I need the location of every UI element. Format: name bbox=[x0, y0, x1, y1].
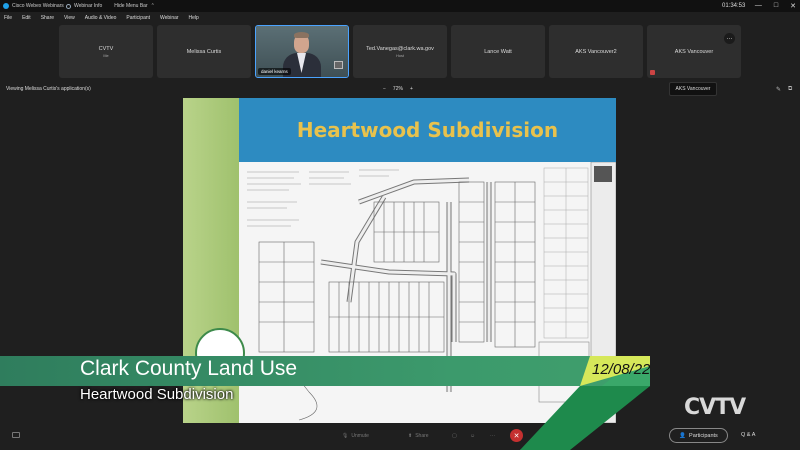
zoom-control: − 72% + bbox=[383, 86, 413, 92]
participant-tile[interactable]: AKS Vancouver2 bbox=[549, 25, 643, 78]
participant-strip: CVTV Me Melissa Curtis daniel kearns Ted… bbox=[59, 25, 741, 78]
qa-button[interactable]: Q & A bbox=[741, 432, 755, 438]
chevron-up-icon: ⌃ bbox=[150, 3, 155, 9]
participant-tile[interactable]: Melissa Curtis bbox=[157, 25, 251, 78]
annotate-icon[interactable]: ✎ bbox=[776, 86, 781, 93]
participant-name: Melissa Curtis bbox=[186, 48, 222, 55]
share-icon: ⬆ bbox=[408, 432, 413, 439]
lower-third-subtitle: Heartwood Subdivision bbox=[80, 386, 234, 403]
microphone-icon: 🎙 bbox=[342, 432, 349, 439]
menu-share[interactable]: Share bbox=[41, 15, 54, 21]
participant-name: daniel kearns bbox=[258, 68, 291, 75]
share-button[interactable]: ⬆ Share bbox=[408, 429, 429, 442]
menu-participant[interactable]: Participant bbox=[126, 15, 150, 21]
person-hair bbox=[294, 32, 309, 38]
menu-bar: File Edit Share View Audio & Video Parti… bbox=[0, 13, 209, 23]
participant-role: Host bbox=[396, 53, 404, 58]
participant-name: Ted.Vanegas@clark.wa.gov bbox=[366, 45, 434, 52]
menu-file[interactable]: File bbox=[4, 15, 12, 21]
popout-icon[interactable]: ⧉ bbox=[788, 86, 792, 93]
wall-picture bbox=[334, 61, 343, 69]
menu-edit[interactable]: Edit bbox=[22, 15, 31, 21]
participant-tile[interactable]: Ted.Vanegas@clark.wa.gov Host bbox=[353, 25, 447, 78]
info-icon bbox=[66, 3, 71, 9]
tooltip: AKS Vancouver bbox=[669, 82, 717, 96]
maximize-button[interactable]: □ bbox=[774, 2, 778, 10]
webinar-info-button[interactable]: Webinar Info bbox=[66, 3, 102, 9]
people-icon: 👤 bbox=[679, 432, 687, 439]
zoom-level: 72% bbox=[392, 86, 403, 92]
menu-webinar[interactable]: Webinar bbox=[160, 15, 179, 21]
viewing-status: Viewing Melissa Curtis's application(s) bbox=[6, 86, 91, 92]
zoom-out-button[interactable]: − bbox=[383, 86, 386, 92]
lower-third-date: 12/08/22 bbox=[592, 361, 651, 378]
close-button[interactable]: ✕ bbox=[790, 2, 796, 10]
slide-title: Heartwood Subdivision bbox=[296, 118, 559, 142]
lower-third-title: Clark County Land Use bbox=[80, 357, 298, 380]
participant-video-tile[interactable]: daniel kearns bbox=[255, 25, 349, 78]
clock: 01:34:53 bbox=[722, 3, 746, 9]
participant-name: CVTV bbox=[98, 45, 114, 52]
unmute-button[interactable]: 🎙 Unmute bbox=[342, 429, 369, 442]
participant-tile[interactable]: Lance Watt bbox=[451, 25, 545, 78]
participants-button[interactable]: 👤 Participants bbox=[669, 428, 728, 443]
title-bar: Cisco Webex Webinars Webinar Info Hide M… bbox=[0, 0, 800, 12]
lock-icon[interactable]: ▢ bbox=[452, 429, 457, 442]
participant-name: Lance Watt bbox=[484, 48, 512, 55]
cvtv-logo: CVTV bbox=[684, 395, 746, 420]
zoom-in-button[interactable]: + bbox=[410, 86, 413, 92]
end-call-button[interactable]: ✕ bbox=[510, 429, 523, 442]
more-icon[interactable]: ··· bbox=[490, 429, 495, 442]
participant-tile[interactable]: CVTV Me bbox=[59, 25, 153, 78]
participant-name: AKS Vancouver2 bbox=[575, 48, 617, 55]
participant-role: Me bbox=[103, 53, 109, 58]
captions-icon[interactable] bbox=[12, 432, 20, 438]
menu-view[interactable]: View bbox=[64, 15, 75, 21]
reactions-icon[interactable]: ☺ bbox=[470, 429, 475, 442]
menu-audio-video[interactable]: Audio & Video bbox=[85, 15, 117, 21]
more-options-button[interactable]: ··· bbox=[724, 33, 735, 44]
menu-help[interactable]: Help bbox=[189, 15, 199, 21]
minimize-button[interactable]: — bbox=[755, 2, 762, 10]
participant-tile[interactable]: AKS Vancouver ··· bbox=[647, 25, 741, 78]
app-name: Cisco Webex Webinars bbox=[12, 3, 64, 9]
muted-icon bbox=[650, 70, 655, 75]
webex-logo-icon bbox=[3, 3, 9, 9]
app-title: Cisco Webex Webinars bbox=[0, 3, 66, 9]
participant-name: AKS Vancouver bbox=[674, 48, 714, 55]
hide-menu-bar-button[interactable]: Hide Menu Bar ⌃ bbox=[114, 3, 155, 9]
